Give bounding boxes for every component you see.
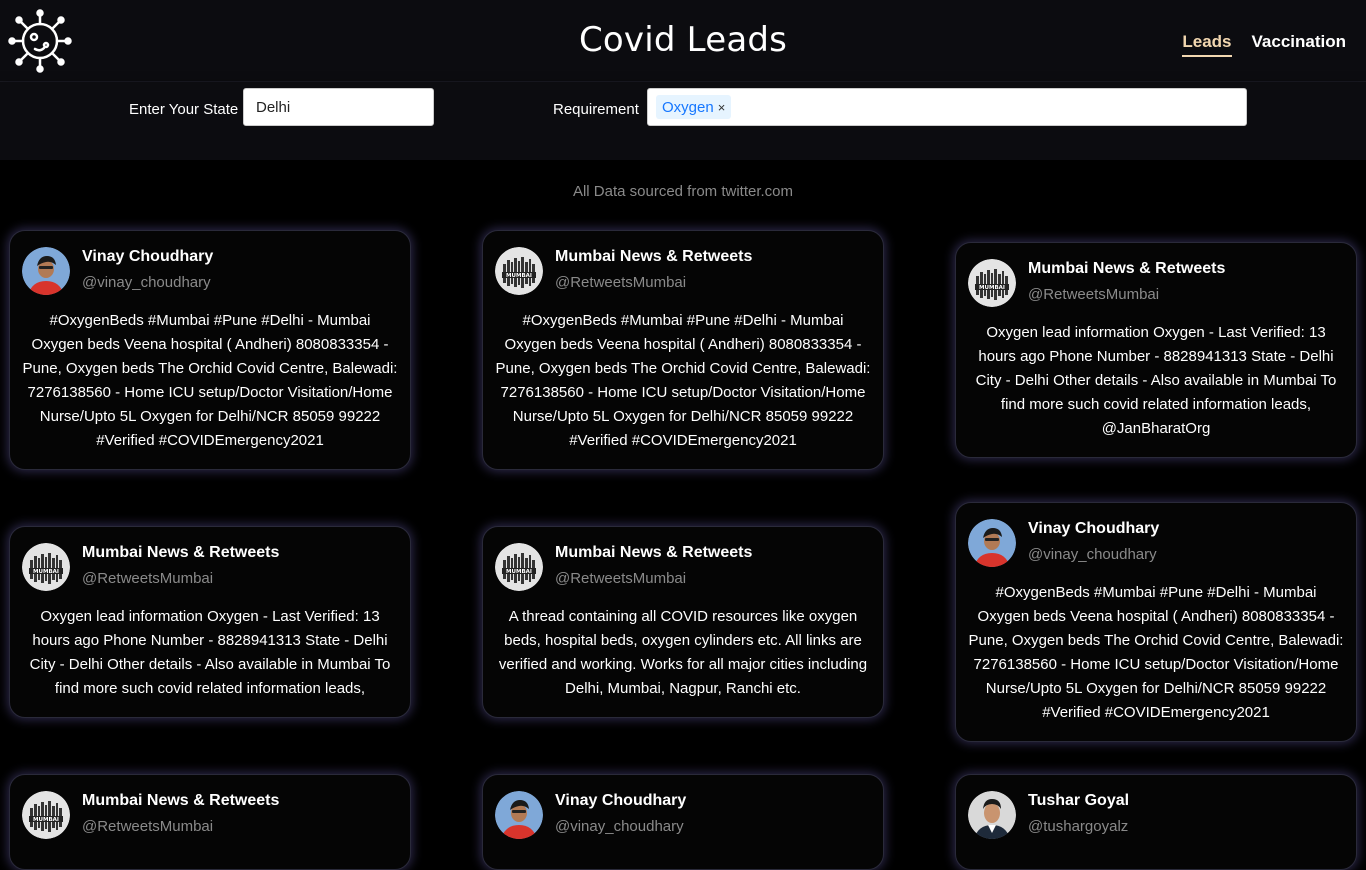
card-user: Mumbai News & Retweets @RetweetsMumbai xyxy=(1028,259,1225,303)
card-header: Tushar Goyal @tushargoyalz xyxy=(968,791,1344,839)
user-name[interactable]: Mumbai News & Retweets xyxy=(555,248,752,266)
header-bar: Covid Leads Leads Vaccination xyxy=(0,0,1366,82)
svg-text:MUMBAI: MUMBAI xyxy=(506,273,532,279)
card-user: Vinay Choudhary @vinay_choudhary xyxy=(555,791,686,835)
user-handle[interactable]: @RetweetsMumbai xyxy=(555,570,752,587)
user-name[interactable]: Vinay Choudhary xyxy=(82,248,213,266)
user-handle[interactable]: @vinay_choudhary xyxy=(82,274,213,291)
user-handle[interactable]: @tushargoyalz xyxy=(1028,818,1129,835)
user-name[interactable]: Mumbai News & Retweets xyxy=(1028,260,1225,278)
lead-card[interactable]: Vinay Choudhary @vinay_choudhary #OxygenBe… xyxy=(955,502,1357,742)
svg-text:MUMBAI: MUMBAI xyxy=(33,569,59,575)
tag-close-icon[interactable]: × xyxy=(718,100,726,115)
tweet-text: Oxygen lead information Oxygen - Last Ve… xyxy=(975,324,1337,437)
user-name[interactable]: Mumbai News & Retweets xyxy=(555,544,752,562)
requirement-select[interactable]: Oxygen × xyxy=(647,88,1247,126)
state-input[interactable] xyxy=(243,88,434,126)
card-header: MUMBAI Mumbai News & Retweets @RetweetsMum… xyxy=(22,543,398,591)
lead-card[interactable]: Vinay Choudhary @vinay_choudhary xyxy=(482,774,884,870)
tweet-text: A thread containing all COVID resources … xyxy=(498,608,868,697)
user-name[interactable]: Vinay Choudhary xyxy=(1028,520,1159,538)
lead-card[interactable]: MUMBAI Mumbai News & Retweets @RetweetsMum… xyxy=(955,242,1357,458)
card-header: MUMBAI Mumbai News & Retweets @RetweetsMum… xyxy=(22,791,398,839)
app-title: Covid Leads xyxy=(578,20,788,60)
user-handle[interactable]: @vinay_choudhary xyxy=(1028,546,1159,563)
user-handle[interactable]: @RetweetsMumbai xyxy=(1028,286,1225,303)
lead-card[interactable]: MUMBAI Mumbai News & Retweets @RetweetsMum… xyxy=(9,526,411,718)
avatar[interactable]: MUMBAI xyxy=(968,259,1016,307)
tweet-text: #OxygenBeds #Mumbai #Pune #Delhi - Mumba… xyxy=(22,312,398,449)
nav-vaccination[interactable]: Vaccination xyxy=(1252,32,1346,57)
requirement-label: Requirement xyxy=(553,101,639,118)
tweet-text: #OxygenBeds #Mumbai #Pune #Delhi - Mumba… xyxy=(968,584,1344,721)
card-user: Vinay Choudhary @vinay_choudhary xyxy=(1028,519,1159,563)
card-header: MUMBAI Mumbai News & Retweets @RetweetsMum… xyxy=(495,247,871,295)
lead-card[interactable]: Vinay Choudhary @vinay_choudhary #OxygenBe… xyxy=(9,230,411,470)
lead-card[interactable]: MUMBAI Mumbai News & Retweets @RetweetsMum… xyxy=(482,230,884,470)
user-name[interactable]: Tushar Goyal xyxy=(1028,792,1129,810)
user-name[interactable]: Mumbai News & Retweets xyxy=(82,544,279,562)
user-name[interactable]: Mumbai News & Retweets xyxy=(82,792,279,810)
nav-leads[interactable]: Leads xyxy=(1182,32,1232,57)
lead-card[interactable]: MUMBAI Mumbai News & Retweets @RetweetsMum… xyxy=(9,774,411,870)
card-header: Vinay Choudhary @vinay_choudhary xyxy=(495,791,871,839)
tag-label: Oxygen xyxy=(662,98,714,116)
lead-card[interactable]: Tushar Goyal @tushargoyalz xyxy=(955,774,1357,870)
user-handle[interactable]: @RetweetsMumbai xyxy=(82,818,279,835)
avatar[interactable]: MUMBAI xyxy=(495,543,543,591)
user-handle[interactable]: @RetweetsMumbai xyxy=(82,570,279,587)
state-label: Enter Your State xyxy=(129,101,239,118)
card-user: Mumbai News & Retweets @RetweetsMumbai xyxy=(82,543,279,587)
svg-text:MUMBAI: MUMBAI xyxy=(979,285,1005,291)
tweet-text: Oxygen lead information Oxygen - Last Ve… xyxy=(29,608,391,697)
card-user: Tushar Goyal @tushargoyalz xyxy=(1028,791,1129,835)
requirement-tag-oxygen: Oxygen × xyxy=(656,95,732,119)
avatar[interactable] xyxy=(22,247,70,295)
tweet-text: #OxygenBeds #Mumbai #Pune #Delhi - Mumba… xyxy=(495,312,871,449)
filter-bar: Enter Your State Requirement Oxygen × xyxy=(0,82,1366,160)
avatar[interactable]: MUMBAI xyxy=(22,543,70,591)
avatar[interactable] xyxy=(495,791,543,839)
avatar[interactable] xyxy=(968,519,1016,567)
card-user: Mumbai News & Retweets @RetweetsMumbai xyxy=(555,543,752,587)
card-header: Vinay Choudhary @vinay_choudhary xyxy=(968,519,1344,567)
user-handle[interactable]: @vinay_choudhary xyxy=(555,818,686,835)
card-user: Vinay Choudhary @vinay_choudhary xyxy=(82,247,213,291)
user-handle[interactable]: @RetweetsMumbai xyxy=(555,274,752,291)
svg-text:MUMBAI: MUMBAI xyxy=(33,817,59,823)
main-nav: Leads Vaccination xyxy=(1182,32,1346,57)
source-note: All Data sourced from twitter.com xyxy=(572,183,794,200)
svg-text:MUMBAI: MUMBAI xyxy=(506,569,532,575)
card-user: Mumbai News & Retweets @RetweetsMumbai xyxy=(555,247,752,291)
card-user: Mumbai News & Retweets @RetweetsMumbai xyxy=(82,791,279,835)
avatar[interactable] xyxy=(968,791,1016,839)
avatar[interactable]: MUMBAI xyxy=(22,791,70,839)
user-name[interactable]: Vinay Choudhary xyxy=(555,792,686,810)
card-header: MUMBAI Mumbai News & Retweets @RetweetsMum… xyxy=(495,543,871,591)
card-header: MUMBAI Mumbai News & Retweets @RetweetsMum… xyxy=(968,259,1344,307)
card-header: Vinay Choudhary @vinay_choudhary xyxy=(22,247,398,295)
lead-card[interactable]: MUMBAI Mumbai News & Retweets @RetweetsMum… xyxy=(482,526,884,718)
avatar[interactable]: MUMBAI xyxy=(495,247,543,295)
